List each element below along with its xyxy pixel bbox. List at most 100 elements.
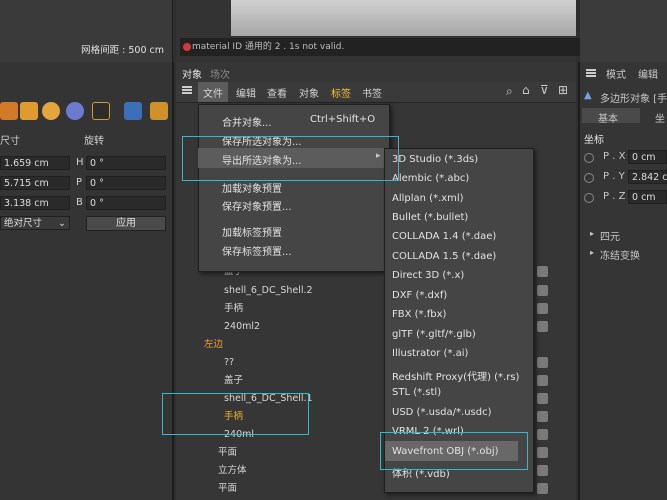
visibility-toggle[interactable] [537,393,548,404]
visibility-toggle[interactable] [537,429,548,440]
export-item-bullet[interactable]: Bullet (*.bullet) [392,212,468,223]
menu-item-load-tag-preset[interactable]: 加载标签预置 [222,224,282,239]
quaternion-section[interactable]: 四元 [600,228,620,243]
home-icon[interactable]: ⌂ [522,83,530,97]
tab-takes[interactable]: 场次 [210,66,230,81]
visibility-toggle[interactable] [537,483,548,494]
size-z-field[interactable]: 3.138 cm [0,196,70,210]
rot-b-field[interactable]: 0 ° [86,196,166,210]
axis-h-label: H [76,157,84,168]
export-item-gltf[interactable]: glTF (*.gltf/*.glb) [392,329,476,340]
tab-coords[interactable]: 坐 [655,110,665,125]
attr-menu-edit[interactable]: 编辑 [638,66,658,81]
status-text: material ID 通用的 2 . 1s not valid. [192,42,345,52]
visibility-toggle[interactable] [537,266,548,277]
export-item-illustrator[interactable]: Illustrator (*.ai) [392,348,468,359]
menu-bookmarks[interactable]: 书签 [362,85,382,100]
polygon-object-icon: ▲ [584,90,592,101]
tab-basic[interactable]: 基本 [598,110,618,125]
menu-file[interactable]: 文件 [203,85,223,100]
search-icon[interactable]: ⌕ [506,84,513,99]
object-name: 立方体 [218,465,247,476]
freeze-section[interactable]: 冻结变换 [600,247,640,262]
object-name: 平面 [218,483,238,494]
chevron-down-icon: ⌄ [58,218,66,229]
filter-icon[interactable]: ⊽ [540,83,549,97]
export-item-fbx[interactable]: FBX (*.fbx) [392,309,446,320]
coords-section-title: 坐标 [584,135,604,146]
object-name: 平面 [218,447,238,458]
menu-item-save-tag-preset[interactable]: 保存标签预置... [222,243,292,258]
add-icon[interactable]: ⊞ [558,83,568,97]
keyframe-icon[interactable] [584,193,594,203]
size-x-field[interactable]: 1.659 cm [0,156,70,170]
apply-button[interactable]: 应用 [86,216,166,231]
visibility-toggle[interactable] [537,321,548,332]
menu-item-merge[interactable]: 合并对象... [222,114,272,129]
export-item-collada14[interactable]: COLLADA 1.4 (*.dae) [392,231,496,242]
export-item-allplan[interactable]: Allplan (*.xml) [392,193,464,204]
expand-arrow-icon[interactable]: ▸ [590,229,594,238]
visibility-toggle[interactable] [537,411,548,422]
export-item-alembic[interactable]: Alembic (*.abc) [392,173,469,184]
px-field[interactable]: 0 cm [628,150,667,164]
object-title: 多边形对象 [手 [600,94,667,105]
viewport-left[interactable]: 网格间距 : 500 cm [0,0,173,62]
export-item-usd[interactable]: USD (*.usda/*.usdc) [392,407,492,418]
menu-tags[interactable]: 标签 [331,85,351,100]
object-name: shell_6_DC_Shell.2 [224,285,313,296]
menu-view[interactable]: 查看 [267,85,287,100]
rotate-tool-icon[interactable] [42,102,60,120]
film-icon[interactable] [150,102,168,120]
pz-field[interactable]: 0 cm [628,190,667,204]
keyframe-icon[interactable] [584,173,594,183]
attribute-manager [578,62,667,500]
object-name: ?? [224,357,235,368]
viewport-render-image [231,0,576,36]
py-label: P . Y [603,171,625,182]
menu-object[interactable]: 对象 [299,85,319,100]
size-y-field[interactable]: 5.715 cm [0,176,70,190]
menu-edit[interactable]: 编辑 [236,85,256,100]
visibility-toggle[interactable] [537,357,548,368]
scale-tool-icon[interactable] [20,102,38,120]
axis-b-label: B [76,197,83,208]
object-name: 盖子 [224,375,244,386]
hamburger-icon[interactable] [586,69,596,71]
size-column-label: 尺寸 [0,136,20,147]
keyframe-icon[interactable] [584,153,594,163]
viewport-right[interactable] [580,0,667,62]
rotation-column-label: 旋转 [84,136,104,147]
p-mode-icon[interactable] [66,102,84,120]
export-item-direct3d[interactable]: Direct 3D (*.x) [392,270,464,281]
highlight-box-obj-item [380,432,528,470]
export-item-3ds[interactable]: 3D Studio (*.3ds) [392,154,478,165]
px-label: P . X [603,151,626,162]
export-item-collada15[interactable]: COLLADA 1.5 (*.dae) [392,251,496,262]
visibility-toggle[interactable] [537,465,548,476]
dots-grid-icon[interactable] [92,102,110,120]
visibility-toggle[interactable] [537,447,548,458]
visibility-toggle[interactable] [537,285,548,296]
visibility-toggle[interactable] [537,375,548,386]
rot-h-field[interactable]: 0 ° [86,156,166,170]
speaker-icon[interactable] [124,102,142,120]
viewport-main[interactable]: material ID 通用的 2 . 1s not valid. [176,0,588,62]
export-item-stl[interactable]: STL (*.stl) [392,387,441,398]
viewport-status-bar: material ID 通用的 2 . 1s not valid. [180,38,588,56]
export-item-redshift-proxy[interactable]: Redshift Proxy(代理) (*.rs) [392,368,519,383]
grid-spacing-label: 网格间距 : 500 cm [81,45,164,56]
move-tool-icon[interactable] [0,102,18,120]
tab-objects[interactable]: 对象 [182,66,202,81]
export-item-dxf[interactable]: DXF (*.dxf) [392,290,447,301]
hamburger-icon[interactable] [182,86,192,88]
rot-p-field[interactable]: 0 ° [86,176,166,190]
attr-menu-mode[interactable]: 模式 [606,66,626,81]
visibility-toggle[interactable] [537,303,548,314]
menu-item-save-object-preset[interactable]: 保存对象预置... [222,198,292,213]
size-mode-value: 绝对尺寸 [4,218,43,229]
size-mode-select[interactable]: 绝对尺寸 ⌄ [0,216,70,230]
expand-arrow-icon[interactable]: ▸ [590,248,594,257]
menu-item-load-object-preset[interactable]: 加载对象预置 [222,180,282,195]
py-field[interactable]: 2.842 cm [628,170,667,184]
